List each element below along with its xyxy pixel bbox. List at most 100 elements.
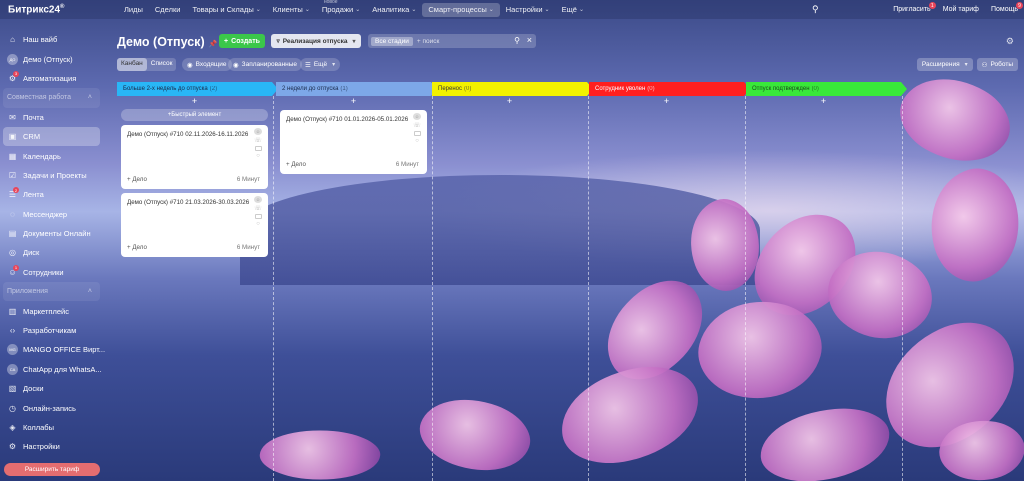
mail-icon[interactable] (254, 146, 262, 151)
top-menu-item[interactable]: Ещё ⌄ (556, 0, 590, 19)
sidebar-item[interactable]: ▥ Маркетплейс (0, 301, 108, 320)
app-logo[interactable]: Битрикс24® (8, 4, 118, 15)
top-menu-label: Лиды (124, 5, 143, 14)
stage-header[interactable]: Больше 2-х недель до отпуска (2) (117, 82, 278, 96)
chevron-down-icon: ▾ (332, 62, 336, 68)
phone-icon[interactable]: ☏ (413, 122, 421, 129)
top-menu-item[interactable]: Товары и Склады ⌄ (186, 0, 266, 19)
chat-icon[interactable]: ○ (415, 138, 419, 144)
sidebar-item[interactable]: CA ChatApp для WhatsA... (0, 360, 108, 379)
top-menu-item[interactable]: Клиенты ⌄ (267, 0, 316, 19)
user-icon[interactable]: ☺ (254, 196, 262, 203)
incoming-counter[interactable]: ◉ Входящие (182, 58, 232, 71)
add-activity-link[interactable]: + Дело (127, 176, 147, 183)
sidebar-item[interactable]: ⚙ Настройки (0, 437, 108, 456)
phone-icon[interactable]: ☏ (254, 137, 262, 144)
sidebar-item[interactable]: Приложения ˄ (3, 282, 100, 302)
view-list[interactable]: Список (147, 58, 177, 71)
sidebar-item-label: Лента (23, 190, 44, 200)
add-item-icon[interactable]: + (589, 96, 744, 106)
top-menu-item[interactable]: Сделки (149, 0, 187, 19)
sidebar-item[interactable]: Совместная работа ˄ (3, 88, 100, 108)
search-icon[interactable]: ⚲ (514, 36, 520, 45)
user-icon[interactable]: ☺ (413, 113, 421, 120)
add-item-icon[interactable]: + (432, 96, 587, 106)
sidebar-item[interactable]: ▦ Календарь (0, 146, 108, 165)
stage-header[interactable]: 2 недели до отпуска (1) (276, 82, 437, 96)
extensions-button[interactable]: Расширения ▾ (916, 58, 973, 71)
help-button[interactable]: Помощь 9 (991, 2, 1023, 13)
search-field[interactable]: Все стадии ⚲ × (368, 34, 536, 48)
sidebar-item[interactable]: ▤ Документы Онлайн (0, 224, 108, 243)
sidebar-item[interactable]: ▧ Доски (0, 379, 108, 398)
create-button[interactable]: + Создать (219, 34, 265, 48)
chevron-down-icon: ▾ (352, 38, 356, 45)
upgrade-button[interactable]: Расширить тариф (4, 463, 100, 476)
stage-count: (2) (209, 86, 218, 92)
mail-icon[interactable] (413, 131, 421, 136)
search-input[interactable] (416, 37, 497, 45)
sidebar-item[interactable]: ◎ Диск (0, 243, 108, 262)
top-menu-item[interactable]: новое Продажи ⌄ (316, 0, 366, 19)
add-activity-link[interactable]: + Дело (286, 161, 306, 168)
sidebar-item[interactable]: MG MANGO OFFICE Вирт... (0, 340, 108, 359)
top-menu-item[interactable]: Лиды (118, 0, 149, 19)
add-item-icon[interactable]: + (746, 96, 901, 106)
card-time: 6 Минут (236, 176, 260, 183)
stage-name: Отпуск подтвержден (752, 86, 810, 92)
sidebar-item[interactable]: ‹› Разработчикам (0, 321, 108, 340)
planned-counter[interactable]: ◉ Запланированные (228, 58, 303, 71)
stage-header[interactable]: Отпуск подтвержден (0) (746, 82, 907, 96)
sidebar-item-label: CRM (23, 132, 41, 142)
invite-button[interactable]: Пригласить 1 (893, 2, 936, 13)
card-title[interactable]: Демо (Отпуск) #710 01.01.2026-05.01.2026 (286, 116, 408, 123)
sidebar-item[interactable]: ⚙ Автоматизация 3 (0, 69, 108, 88)
view-kanban[interactable]: Канбан (117, 58, 147, 71)
robots-button[interactable]: ⚇ Роботы (976, 58, 1018, 71)
stage-name: 2 недели до отпуска (282, 86, 339, 92)
add-item-icon[interactable]: + (117, 96, 272, 106)
sidebar-item[interactable]: ▣ CRM (3, 126, 100, 147)
add-activity-link[interactable]: + Дело (127, 244, 147, 251)
mail-icon[interactable] (254, 214, 262, 219)
sidebar-item-label: Календарь (23, 151, 61, 161)
chat-icon[interactable]: ○ (256, 221, 260, 227)
sidebar-item[interactable]: ◈ Коллабы (0, 418, 108, 437)
top-menu-item[interactable]: Смарт-процессы ⌄ (422, 2, 500, 17)
chat-icon[interactable]: ○ (256, 153, 260, 159)
card-title[interactable]: Демо (Отпуск) #710 02.11.2026-16.11.2026 (127, 131, 248, 138)
search-icon[interactable]: ⚲ (812, 4, 819, 15)
home-icon: ⌂ (10, 35, 15, 45)
sidebar-item[interactable]: ◌ Мессенджер (0, 205, 108, 224)
settings-icon[interactable]: ⚙ (1006, 36, 1014, 47)
kanban-card[interactable]: Демо (Отпуск) #710 21.03.2026-30.03.2026… (121, 193, 268, 257)
kanban-card[interactable]: Демо (Отпуск) #710 02.11.2026-16.11.2026… (121, 125, 268, 189)
top-menu-item[interactable]: Настройки ⌄ (500, 0, 556, 19)
more-button[interactable]: ☰ Ещё ▾ (300, 58, 341, 71)
funnel-select[interactable]: ▿ Реализация отпуска ▾ (271, 34, 361, 48)
top-menu-item[interactable]: Аналитика ⌄ (366, 0, 422, 19)
user-icon[interactable]: ☺ (254, 128, 262, 135)
add-item-icon[interactable]: + (276, 96, 431, 106)
my-plan-button[interactable]: Мой тариф (943, 6, 979, 13)
stage-header[interactable]: Перенос (0) (432, 82, 593, 96)
search-filter-tag[interactable]: Все стадии (371, 36, 413, 46)
chevron-up-icon[interactable]: ˄ (88, 94, 92, 101)
sidebar-item[interactable]: ✉ Почта (0, 108, 108, 127)
sidebar-item[interactable]: ⌂ Наш вайб (0, 30, 108, 49)
pin-icon[interactable]: 📌 (209, 41, 218, 48)
sidebar-item[interactable]: ◷ Онлайн-запись (0, 398, 108, 417)
close-icon[interactable]: × (527, 35, 532, 45)
top-menu: Лиды Сделки Товары и Склады ⌄ Клиенты ⌄ новое П… (118, 0, 590, 19)
quick-add-button[interactable]: + Быстрый элемент (121, 109, 268, 121)
sidebar-item[interactable]: ☑ Задачи и Проекты (0, 166, 108, 185)
top-menu-label: Настройки (505, 5, 543, 14)
phone-icon[interactable]: ☏ (254, 205, 262, 212)
card-title[interactable]: Демо (Отпуск) #710 21.03.2026-30.03.2026 (127, 199, 249, 206)
sidebar-item[interactable]: ☰ Лента 2 (0, 185, 108, 204)
sidebar-item[interactable]: ДО Демо (Отпуск) (0, 49, 108, 68)
stage-header[interactable]: Сотрудник уволен (0) (589, 82, 750, 96)
chevron-up-icon[interactable]: ˄ (88, 288, 92, 295)
sidebar-item[interactable]: ☺ Сотрудники 1 (0, 263, 108, 282)
kanban-card[interactable]: Демо (Отпуск) #710 01.01.2026-05.01.2026… (280, 110, 427, 174)
